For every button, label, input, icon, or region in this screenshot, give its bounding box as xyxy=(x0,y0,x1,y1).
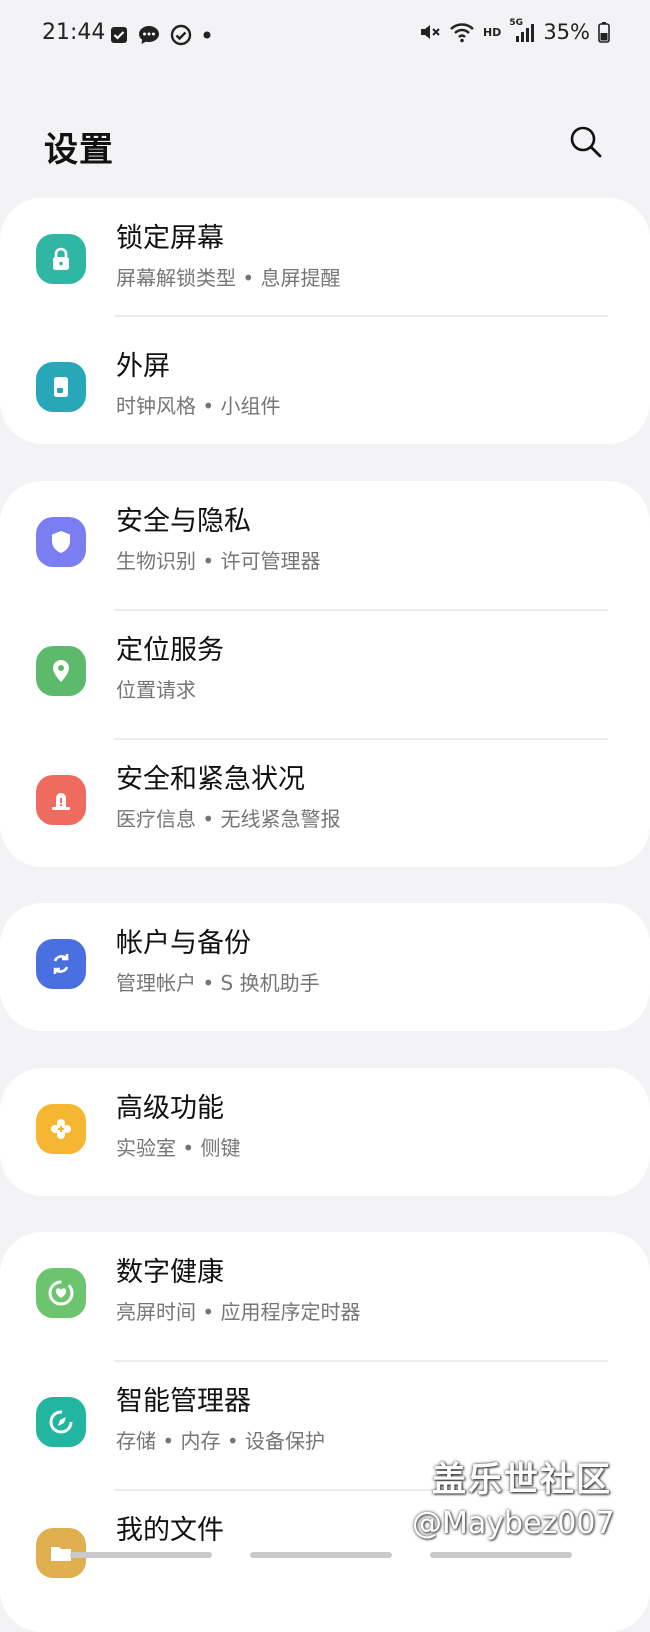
settings-item-subtitle: 实验室 • 侧键 xyxy=(116,1136,241,1160)
mute-icon xyxy=(420,25,440,39)
settings-item-subtitle: 存储 • 内存 • 设备保护 xyxy=(116,1429,326,1453)
accounts-backup-icon-badge xyxy=(36,939,86,989)
cover-screen-icon xyxy=(54,377,68,397)
page-title: 设置 xyxy=(44,130,114,170)
advanced-features-icon-badge xyxy=(36,1104,86,1154)
signal-indicator: 5G xyxy=(509,18,535,43)
emergency-icon xyxy=(52,793,70,810)
settings-item-cover-screen[interactable]: 外屏 时钟风格 • 小组件 xyxy=(0,326,650,454)
settings-group-security: 安全与隐私 生物识别 • 许可管理器 定位服务 位置请求 安全和紧急状况 医疗信… xyxy=(0,481,650,867)
settings-item-security-privacy[interactable]: 安全与隐私 生物识别 • 许可管理器 xyxy=(0,481,650,609)
settings-item-title: 安全与隐私 xyxy=(116,506,251,537)
settings-item-safety-emergency[interactable]: 安全和紧急状况 医疗信息 • 无线紧急警报 xyxy=(0,739,650,867)
status-time: 21:44 xyxy=(42,20,106,45)
settings-item-title: 高级功能 xyxy=(116,1093,224,1124)
settings-group-accounts: 帐户与备份 管理帐户 • S 换机助手 xyxy=(0,903,650,1031)
notification-icons xyxy=(110,24,212,46)
settings-item-accounts-backup[interactable]: 帐户与备份 管理帐户 • S 换机助手 xyxy=(0,903,650,1031)
watermark-user: @Maybez007 xyxy=(412,1506,615,1541)
settings-item-title: 数字健康 xyxy=(116,1257,224,1288)
settings-item-title: 安全和紧急状况 xyxy=(116,764,305,795)
settings-item-subtitle: 管理帐户 • S 换机助手 xyxy=(116,971,320,995)
settings-item-title: 帐户与备份 xyxy=(116,928,251,959)
wifi-icon xyxy=(450,23,474,43)
settings-item-title: 锁定屏幕 xyxy=(116,223,224,254)
chat-notification-icon xyxy=(139,26,159,44)
signal-icon xyxy=(516,24,535,42)
heart-ring-icon xyxy=(48,1280,74,1306)
search-button[interactable] xyxy=(564,120,608,164)
digital-wellbeing-icon-badge xyxy=(36,1268,86,1318)
settings-item-subtitle: 生物识别 • 许可管理器 xyxy=(116,549,321,573)
settings-item-subtitle: 亮屏时间 • 应用程序定时器 xyxy=(116,1300,361,1324)
settings-group-lock: 锁定屏幕 屏幕解锁类型 • 息屏提醒 外屏 时钟风格 • 小组件 xyxy=(0,198,650,444)
battery-icon xyxy=(598,22,610,43)
settings-group-advanced: 高级功能 实验室 • 侧键 xyxy=(0,1068,650,1196)
status-bar: 21:44 HD 5G 35% xyxy=(0,0,650,70)
settings-item-lock-screen[interactable]: 锁定屏幕 屏幕解锁类型 • 息屏提醒 xyxy=(0,198,650,326)
more-notifications-dot-icon xyxy=(203,31,211,39)
lock-screen-icon-badge xyxy=(36,234,86,284)
location-icon-badge xyxy=(36,646,86,696)
settings-item-title: 我的文件 xyxy=(116,1515,224,1546)
settings-item-location[interactable]: 定位服务 位置请求 xyxy=(0,610,650,738)
home-button[interactable] xyxy=(250,1552,392,1558)
safety-emergency-icon-badge xyxy=(36,775,86,825)
back-button[interactable] xyxy=(430,1552,572,1558)
location-pin-icon xyxy=(53,660,69,682)
hd-label: HD xyxy=(482,25,502,39)
battery-percent: 35% xyxy=(543,20,590,44)
settings-item-subtitle: 医疗信息 • 无线紧急警报 xyxy=(116,807,341,831)
search-icon xyxy=(570,126,602,158)
settings-item-subtitle: 屏幕解锁类型 • 息屏提醒 xyxy=(116,266,341,290)
settings-item-subtitle: 位置请求 xyxy=(116,678,196,702)
watermark-community: 盖乐世社区 xyxy=(432,1460,612,1500)
settings-item-advanced-features[interactable]: 高级功能 实验室 • 侧键 xyxy=(0,1068,650,1196)
security-privacy-icon-badge xyxy=(36,517,86,567)
system-status: HD 5G 35% xyxy=(419,18,610,44)
cover-screen-icon-badge xyxy=(36,362,86,412)
device-care-icon-badge xyxy=(36,1397,86,1447)
app-notification-icon xyxy=(170,24,192,46)
puzzle-icon xyxy=(51,1119,71,1139)
lock-icon xyxy=(53,247,69,270)
recents-button[interactable] xyxy=(70,1552,212,1558)
settings-item-subtitle: 时钟风格 • 小组件 xyxy=(116,394,281,418)
settings-item-title: 外屏 xyxy=(116,351,170,382)
settings-item-title: 智能管理器 xyxy=(116,1386,251,1417)
settings-item-title: 定位服务 xyxy=(116,635,224,666)
settings-item-digital-wellbeing[interactable]: 数字健康 亮屏时间 • 应用程序定时器 xyxy=(0,1232,650,1360)
shield-icon xyxy=(52,531,70,553)
divider xyxy=(114,315,608,317)
sync-icon xyxy=(53,954,69,974)
checkbox-notification-icon xyxy=(111,27,127,43)
device-care-icon xyxy=(49,1410,73,1434)
